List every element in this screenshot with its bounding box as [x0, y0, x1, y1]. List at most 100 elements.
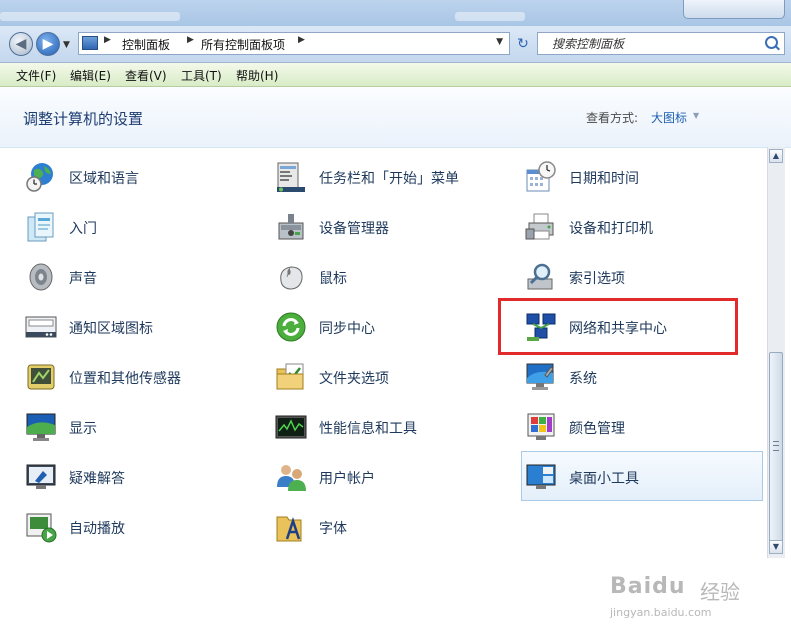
- cp-item-label: 颜色管理: [569, 421, 625, 437]
- color-management-icon: [527, 413, 555, 440]
- cp-item-mouse[interactable]: 鼠标: [275, 255, 515, 299]
- cp-item-user-accounts[interactable]: 用户帐户: [275, 455, 515, 499]
- autoplay-icon: [26, 513, 57, 543]
- cp-item-location-sensors[interactable]: 位置和其他传感器: [25, 355, 265, 399]
- cp-item-label: 设备管理器: [319, 221, 389, 237]
- scroll-down-button[interactable]: ▼: [769, 540, 783, 554]
- view-by-label: 查看方式:: [586, 111, 639, 125]
- scrollbar-thumb[interactable]: [769, 352, 783, 542]
- search-box[interactable]: [537, 32, 785, 55]
- troubleshooting-icon: [26, 464, 56, 489]
- cp-item-label: 字体: [319, 521, 347, 537]
- taskbar-icon: [277, 162, 305, 192]
- cp-item-label: 设备和打印机: [569, 221, 653, 237]
- menu-bar: 文件(F) 编辑(E) 查看(V) 工具(T) 帮助(H): [0, 63, 791, 87]
- watermark-text: 经验: [700, 580, 740, 604]
- window-title-bar: [0, 0, 791, 26]
- breadcrumb-separator-icon[interactable]: ▶: [104, 35, 111, 45]
- system-icon: [526, 363, 554, 390]
- network-item-highlight-box: [498, 298, 738, 355]
- cp-item-label: 文件夹选项: [319, 371, 389, 387]
- cp-item-getting-started[interactable]: 入门: [25, 205, 265, 249]
- sync-icon: [276, 312, 306, 342]
- sensor-icon: [27, 364, 55, 390]
- breadcrumb-all-items[interactable]: 所有控制面板项: [201, 36, 285, 53]
- content-pane: 调整计算机的设置 查看方式: 大图标 ▼ 区域和语言 任务栏和「开始」菜单 日期…: [0, 87, 791, 619]
- cp-item-sound[interactable]: 声音: [25, 255, 265, 299]
- folder-options-icon: [276, 363, 304, 390]
- address-box[interactable]: ▶ 控制面板 ▶ 所有控制面板项 ▶ ▼: [78, 32, 510, 55]
- address-dropdown-icon[interactable]: ▼: [496, 37, 503, 47]
- device-manager-icon: [278, 214, 304, 240]
- cp-item-label: 声音: [69, 271, 97, 287]
- cp-item-label: 显示: [69, 421, 97, 437]
- cp-item-troubleshooting[interactable]: 疑难解答: [25, 455, 265, 499]
- background-tab-ghost: [0, 12, 180, 21]
- getting-started-icon: [27, 212, 54, 242]
- recent-pages-dropdown-icon[interactable]: ▼: [63, 40, 70, 50]
- watermark-logo: Baidu: [610, 574, 686, 599]
- watermark-url: jingyan.baidu.com: [610, 606, 712, 619]
- cp-item-label: 鼠标: [319, 271, 347, 287]
- back-button[interactable]: ◀: [9, 32, 33, 56]
- cp-item-folder-options[interactable]: 文件夹选项: [275, 355, 515, 399]
- performance-icon: [275, 415, 307, 439]
- menu-view[interactable]: 查看(V): [125, 67, 167, 84]
- user-accounts-icon: [277, 465, 306, 491]
- menu-tools[interactable]: 工具(T): [181, 67, 222, 84]
- cp-item-system[interactable]: 系统: [525, 355, 765, 399]
- view-by-dropdown[interactable]: 大图标: [651, 109, 687, 126]
- scrollbar-grip-icon: [773, 441, 779, 451]
- baidu-jingyan-watermark: Baidu 经验 jingyan.baidu.com: [610, 574, 750, 624]
- cp-item-label: 同步中心: [319, 321, 375, 337]
- refresh-icon[interactable]: ↻: [513, 34, 533, 54]
- cp-item-label: 自动播放: [69, 521, 125, 537]
- cp-item-taskbar-start-menu[interactable]: 任务栏和「开始」菜单: [275, 155, 515, 199]
- view-by-caret-icon[interactable]: ▼: [693, 111, 699, 120]
- control-panel-icon: [82, 36, 98, 50]
- breadcrumb-separator-icon[interactable]: ▶: [298, 35, 305, 45]
- breadcrumb-control-panel[interactable]: 控制面板: [122, 36, 170, 53]
- cp-item-label: 用户帐户: [319, 471, 375, 487]
- cp-item-devices-printers[interactable]: 设备和打印机: [525, 205, 765, 249]
- monitor-icon: [26, 413, 56, 441]
- cp-item-display[interactable]: 显示: [25, 405, 265, 449]
- cp-item-label: 区域和语言: [69, 171, 139, 187]
- cp-item-label: 疑难解答: [69, 471, 125, 487]
- content-header: 调整计算机的设置 查看方式: 大图标 ▼: [0, 87, 791, 148]
- magnifier-icon: [527, 263, 553, 290]
- cp-item-desktop-gadgets[interactable]: 桌面小工具: [521, 451, 763, 501]
- cp-item-device-manager[interactable]: 设备管理器: [275, 205, 515, 249]
- cp-item-label: 索引选项: [569, 271, 625, 287]
- window-control-buttons[interactable]: [683, 0, 785, 19]
- printer-icon: [525, 213, 554, 240]
- cp-item-label: 日期和时间: [569, 171, 639, 187]
- background-tab-ghost: [455, 12, 525, 21]
- cp-item-region-language[interactable]: 区域和语言: [25, 155, 265, 199]
- menu-edit[interactable]: 编辑(E): [70, 67, 111, 84]
- search-icon[interactable]: [765, 36, 778, 49]
- cp-item-indexing-options[interactable]: 索引选项: [525, 255, 765, 299]
- cp-item-label: 任务栏和「开始」菜单: [319, 171, 459, 187]
- globe-clock-icon: [26, 163, 53, 192]
- menu-help[interactable]: 帮助(H): [236, 67, 278, 84]
- breadcrumb-separator-icon[interactable]: ▶: [187, 35, 194, 45]
- page-title: 调整计算机的设置: [23, 110, 144, 128]
- menu-file[interactable]: 文件(F): [16, 67, 56, 84]
- cp-item-notification-area-icons[interactable]: 通知区域图标: [25, 305, 265, 349]
- forward-button[interactable]: ▶: [36, 32, 60, 56]
- cp-item-color-management[interactable]: 颜色管理: [525, 405, 765, 449]
- cp-item-label: 桌面小工具: [569, 471, 639, 487]
- scroll-up-button[interactable]: ▲: [769, 149, 783, 163]
- cp-item-autoplay[interactable]: 自动播放: [25, 505, 265, 549]
- cp-item-performance-tools[interactable]: 性能信息和工具: [275, 405, 515, 449]
- cp-item-fonts[interactable]: 字体: [275, 505, 515, 549]
- vertical-scrollbar[interactable]: ▲ ▼: [767, 147, 785, 558]
- search-input[interactable]: [538, 33, 758, 54]
- cp-item-label: 位置和其他传感器: [69, 371, 181, 387]
- cp-item-sync-center[interactable]: 同步中心: [275, 305, 515, 349]
- notification-area-icon: [25, 316, 57, 338]
- cp-item-label: 性能信息和工具: [319, 421, 417, 437]
- cp-item-label: 系统: [569, 371, 597, 387]
- cp-item-date-time[interactable]: 日期和时间: [525, 155, 765, 199]
